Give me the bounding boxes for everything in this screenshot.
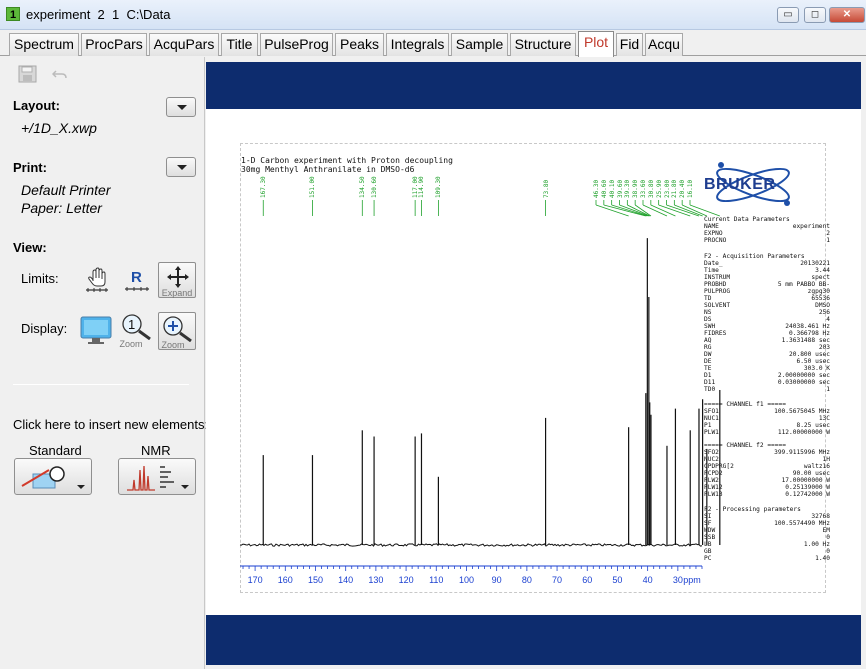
peak-label: 134.50 (359, 176, 367, 198)
spectrum-baseline (239, 543, 703, 547)
peak-label: 167.30 (260, 176, 268, 198)
peak-label: 40.10 (608, 179, 616, 198)
peak-label: 23.00 (663, 179, 671, 198)
x-tick-label: 110 (429, 575, 444, 585)
peak-label: 114.90 (418, 176, 426, 198)
x-tick-label: 80 (521, 575, 532, 585)
peak-label: 130.60 (371, 176, 379, 198)
peak-label: 20.40 (679, 179, 687, 198)
x-tick-label: 90 (491, 575, 502, 585)
peak-label: 39.60 (616, 179, 624, 198)
x-tick-label: 120 (398, 575, 414, 585)
x-tick-label: 170 (247, 575, 263, 585)
x-tick-label: 70 (552, 575, 563, 585)
peak-label: 151.00 (309, 176, 317, 198)
x-tick-label: 50 (612, 575, 623, 585)
peak-label: 25.90 (655, 179, 663, 198)
peak-label-leader (674, 204, 703, 217)
peak-label: 38.90 (632, 179, 640, 198)
peak-label: 40.60 (600, 179, 608, 198)
peak-label: 21.80 (671, 179, 679, 198)
peak-label: 39.30 (624, 179, 632, 198)
x-tick-label: 140 (338, 575, 354, 585)
peak-label: 30.80 (647, 179, 655, 198)
x-tick-label: 40 (642, 575, 653, 585)
x-tick-label: 160 (277, 575, 293, 585)
peak-label: 46.30 (593, 179, 600, 198)
x-tick-label: 100 (458, 575, 474, 585)
peak-label-leader (611, 204, 648, 217)
x-tick-label: 150 (307, 575, 323, 585)
nmr-spectrum-chart (239, 200, 721, 571)
x-tick-label: 60 (582, 575, 593, 585)
peak-label: 73.80 (542, 179, 550, 198)
x-tick-label: 130 (368, 575, 384, 585)
peak-label: 33.60 (640, 179, 647, 198)
peak-label: 109.30 (435, 176, 443, 198)
x-axis-unit: ppm (683, 575, 701, 585)
peak-label: 16.10 (687, 179, 694, 198)
